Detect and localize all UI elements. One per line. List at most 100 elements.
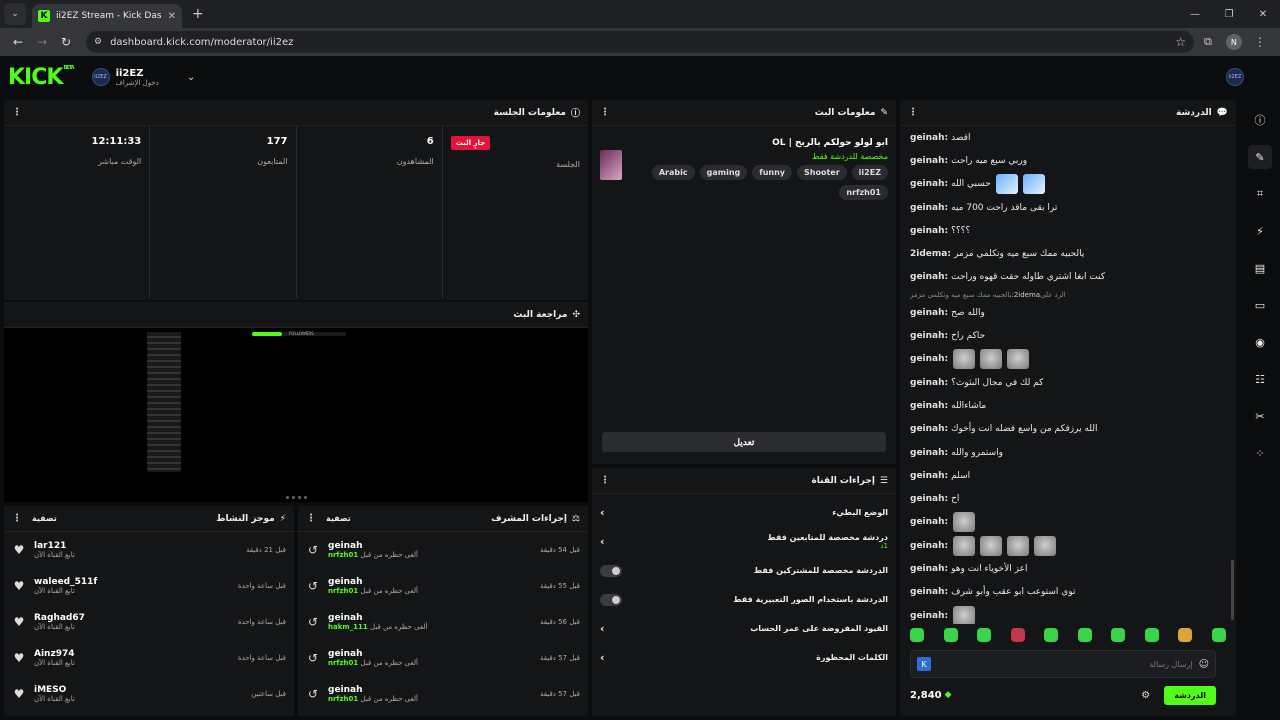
moderator-name[interactable]: nrfzh01: [328, 587, 358, 595]
tag-chip[interactable]: ii2EZ: [851, 165, 888, 180]
browser-menu-icon[interactable]: ⋮: [1254, 35, 1266, 49]
panel-menu-icon[interactable]: ⋮: [908, 107, 918, 118]
back-icon[interactable]: ←: [6, 35, 30, 49]
chat-username[interactable]: geinah:: [910, 611, 948, 621]
tag-chip[interactable]: nrfzh01: [839, 185, 888, 200]
activity-username[interactable]: Raghad67: [34, 613, 230, 623]
profile-avatar[interactable]: N: [1225, 34, 1242, 50]
mod-action-username[interactable]: geinah: [328, 541, 532, 551]
chat-username[interactable]: 2idema:: [910, 249, 951, 259]
clipboard-icon[interactable]: ▤: [1248, 256, 1272, 280]
emote-icon[interactable]: [910, 628, 924, 642]
mod-action-username[interactable]: geinah: [328, 613, 532, 623]
scan-icon[interactable]: ⌗: [1248, 182, 1272, 206]
channel-action-item[interactable]: القيود المفروضة على عمر الحساب ›: [592, 614, 896, 643]
tag-chip[interactable]: Shooter: [797, 165, 847, 180]
new-tab-icon[interactable]: +: [192, 6, 204, 22]
chat-scrollbar[interactable]: [1231, 560, 1234, 620]
reload-icon[interactable]: ↻: [54, 35, 78, 49]
channel-points[interactable]: 2,840 ◆: [910, 690, 952, 701]
moderator-name[interactable]: hakm_111: [328, 623, 368, 631]
channel-action-item[interactable]: الدردشة باستخدام الصور التعبيرية فقط: [592, 585, 896, 614]
emote-icon[interactable]: [1211, 628, 1226, 642]
chat-username[interactable]: geinah:: [910, 179, 948, 189]
mod-action-username[interactable]: geinah: [328, 577, 532, 587]
chat-username[interactable]: geinah:: [910, 354, 948, 364]
emoji-picker-icon[interactable]: ☺: [1199, 659, 1209, 670]
gear-icon[interactable]: ⚙: [1141, 690, 1150, 701]
minimize-icon[interactable]: —: [1178, 0, 1212, 28]
maximize-icon[interactable]: ❐: [1212, 0, 1246, 28]
channel-action-item[interactable]: دردشة مخصصة للمتابعين فقط 1د ›: [592, 527, 896, 556]
chat-username[interactable]: geinah:: [910, 541, 948, 551]
activity-username[interactable]: Ainz974: [34, 649, 230, 659]
emote-icon[interactable]: [1077, 628, 1092, 642]
filter-button[interactable]: تصفية: [326, 514, 351, 523]
channel-action-item[interactable]: الدردشة مخصصة للمشتركين فقط: [592, 556, 896, 585]
chat-username[interactable]: geinah:: [910, 378, 948, 388]
chat-bubble-icon[interactable]: ▭: [1248, 293, 1272, 317]
layout-icon[interactable]: ☷: [1248, 367, 1272, 391]
chat-send-button[interactable]: الدردشة: [1164, 685, 1216, 705]
emote-icon[interactable]: [977, 628, 992, 642]
activity-username[interactable]: iMESO: [34, 685, 243, 695]
mod-action-username[interactable]: geinah: [328, 649, 532, 659]
emote-icon[interactable]: [1144, 628, 1159, 642]
chat-username[interactable]: geinah:: [910, 564, 948, 574]
panel-menu-icon[interactable]: ⋮: [306, 513, 316, 524]
chat-username[interactable]: geinah:: [910, 494, 948, 504]
edit-stream-button[interactable]: تعديل: [602, 432, 886, 452]
reply-username[interactable]: 2idema:: [1011, 291, 1040, 299]
tag-chip[interactable]: funny: [752, 165, 793, 180]
user-avatar[interactable]: ii2EZ: [1226, 68, 1244, 86]
activity-username[interactable]: waleed_511f: [34, 577, 230, 587]
moderator-name[interactable]: nrfzh01: [328, 695, 358, 703]
chat-username[interactable]: geinah:: [910, 401, 948, 411]
category-name[interactable]: مخصصة للدردشة فقط: [628, 152, 888, 161]
url-text[interactable]: dashboard.kick.com/moderator/ii2ez: [110, 37, 1167, 48]
chat-username[interactable]: geinah:: [910, 156, 948, 166]
emote-icon[interactable]: [1044, 628, 1059, 642]
toggle-switch[interactable]: [600, 564, 622, 577]
moderator-name[interactable]: nrfzh01: [328, 659, 358, 667]
chat-username[interactable]: geinah:: [910, 203, 948, 213]
chat-username[interactable]: geinah:: [910, 517, 948, 527]
panel-menu-icon[interactable]: ⋮: [12, 513, 22, 524]
mod-action-username[interactable]: geinah: [328, 685, 532, 695]
toggle-switch[interactable]: [600, 593, 622, 606]
chat-input[interactable]: [937, 659, 1193, 669]
filter-button[interactable]: تصفية: [32, 514, 57, 523]
chat-username[interactable]: geinah:: [910, 587, 948, 597]
channel-switcher[interactable]: ii2EZ دخول الإشراف: [116, 68, 159, 87]
emote-icon[interactable]: [1010, 628, 1025, 642]
emote-icon[interactable]: [943, 628, 958, 642]
tab-close-icon[interactable]: ✕: [168, 11, 176, 22]
moderator-name[interactable]: nrfzh01: [328, 551, 358, 559]
panel-menu-icon[interactable]: ⋮: [600, 475, 610, 486]
chat-username[interactable]: geinah:: [910, 226, 948, 236]
window-close-icon[interactable]: ✕: [1246, 0, 1280, 28]
chat-username[interactable]: geinah:: [910, 448, 948, 458]
bolt-icon[interactable]: ⚡: [1248, 219, 1272, 243]
chat-username[interactable]: geinah:: [910, 471, 948, 481]
emote-icon[interactable]: [1178, 628, 1193, 642]
address-bar[interactable]: ⚙ dashboard.kick.com/moderator/ii2ez ☆: [86, 31, 1194, 53]
channel-action-item[interactable]: الوضع البطيء ›: [592, 498, 896, 527]
kick-logo[interactable]: KICKBETA: [8, 65, 75, 90]
channel-action-item[interactable]: الكلمات المحظورة ›: [592, 643, 896, 672]
nodes-icon[interactable]: ⁘: [1248, 441, 1272, 465]
emote-icon[interactable]: [1111, 628, 1126, 642]
panel-menu-icon[interactable]: ⋮: [600, 107, 610, 118]
extensions-icon[interactable]: ⧉: [1204, 35, 1212, 49]
chat-username[interactable]: geinah:: [910, 331, 948, 341]
channel-avatar[interactable]: ii2EZ: [91, 68, 110, 86]
activity-username[interactable]: lar121: [34, 541, 238, 551]
broadcast-icon[interactable]: ◉: [1248, 330, 1272, 354]
info-icon[interactable]: ⓘ: [1248, 108, 1272, 132]
kick-emote-icon[interactable]: K: [917, 657, 931, 671]
pencil-icon[interactable]: ✎: [1248, 145, 1272, 169]
browser-tab[interactable]: K ii2EZ Stream - Kick Dashboard ✕: [32, 4, 182, 28]
forward-icon[interactable]: →: [30, 35, 54, 49]
wrench-icon[interactable]: ✂: [1248, 404, 1272, 428]
tab-search-button[interactable]: ⌄: [4, 3, 26, 25]
